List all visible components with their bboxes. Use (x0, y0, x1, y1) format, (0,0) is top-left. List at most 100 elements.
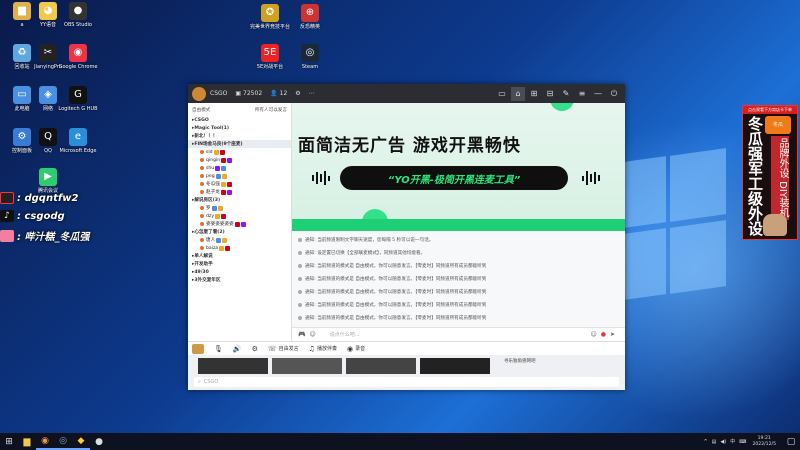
play-accompaniment-button[interactable]: ♫ 播放伴奏 (309, 345, 337, 353)
user-row[interactable]: 罗 (188, 204, 291, 212)
app-titlebar: CSGO ▣ 72502 👤 12 ⚙ ⋯ ▭ ⌂ ⊞ ⊟ ✎ ≡ — ⏻ (188, 84, 625, 103)
clock[interactable]: 19:21 2022/12/5 (752, 436, 776, 448)
desktop-icon-obs[interactable]: ● OBS Studio (56, 2, 100, 28)
badge-icon (234, 221, 240, 227)
gamepad-icon[interactable]: 🎮 (298, 331, 305, 338)
desktop-icon-meeting[interactable]: ▶ 腾讯会议 (26, 168, 70, 194)
promo-banner[interactable]: 点击观看下方商店卡下单 冬瓜强军工级外设 冬瓜 品牌外设 DIY装机 (742, 105, 798, 240)
free-speak-button[interactable]: ☏ 自由发言 (268, 345, 299, 353)
desktop-icon-steam[interactable]: ◎ Steam (288, 44, 332, 70)
volume-toggle[interactable]: 🔊 (233, 345, 242, 353)
power-button[interactable]: ⏻ (607, 87, 621, 101)
badge-icon (226, 181, 232, 187)
send-icon[interactable]: ➤ (610, 331, 615, 338)
settings-toggle[interactable]: ⚙ (252, 345, 258, 353)
channel-row[interactable]: ▸ 单人解说 (188, 252, 291, 260)
settings-icon: ⚙ (251, 344, 258, 353)
desktop-icon-label: 完美世界竞技平台 (249, 24, 290, 30)
mode-select[interactable]: 自由模式 (192, 107, 210, 113)
video-thumbnail[interactable] (198, 358, 268, 374)
input-lang[interactable]: 中 (730, 438, 735, 445)
message-scrollbar[interactable] (619, 235, 622, 321)
sidebar-header: 自由模式 所有人可以发言 (188, 103, 291, 116)
controller-button[interactable]: ⊟ (543, 87, 557, 101)
channel-row[interactable]: ▸ Magic Tool(1) (188, 124, 291, 132)
video-thumbnail[interactable] (272, 358, 342, 374)
chat-input[interactable]: 说点什么吧... (320, 331, 591, 338)
user-row[interactable]: peg (188, 172, 291, 180)
desktop-icon-ghub[interactable]: G Logitech G HUB (56, 86, 100, 112)
avatar (200, 214, 204, 218)
channel-row[interactable]: ▸ 3外交复年区 (188, 276, 291, 284)
channel-row[interactable]: ▸ 开发助手 (188, 260, 291, 268)
taskbar-obs[interactable]: ● (90, 433, 108, 450)
controller-icon: ⊟ (546, 89, 554, 98)
emoji-icon[interactable]: ☺ (590, 331, 596, 338)
user-row[interactable]: shu (188, 164, 291, 172)
user-row[interactable]: 唐人 (188, 236, 291, 244)
desktop-icon-perfect[interactable]: ✪ 完美世界竞技平台 (248, 4, 292, 30)
pin-button[interactable]: ✎ (559, 87, 573, 101)
user-row[interactable]: 赵子龙 (188, 188, 291, 196)
avatar (200, 150, 204, 154)
menu-button[interactable]: ≡ (575, 87, 589, 101)
volume-icon[interactable]: ◀) (720, 439, 726, 445)
menu-icon: ≡ (578, 89, 586, 98)
keyboard-icon[interactable]: ⌨ (739, 439, 746, 445)
channel-row[interactable]: ▸ FIN场金马良(9个座麦) (188, 140, 291, 148)
channel-row[interactable]: ▸ 解说房区(3) (188, 196, 291, 204)
avatar-small[interactable] (192, 343, 204, 354)
channel-row[interactable]: ▸ 心怎麼了看(2) (188, 228, 291, 236)
channel-row[interactable]: ▸ 49/30 (188, 268, 291, 276)
avatar[interactable] (192, 86, 206, 101)
screen-button[interactable]: ▭ (495, 87, 509, 101)
desktop-icon-edge[interactable]: e Microsoft Edge (56, 128, 100, 154)
user-row[interactable]: 姿姿姿姿姿姿 (188, 220, 291, 228)
user-row[interactable]: baiza (188, 244, 291, 252)
record-button[interactable]: ◉ 录音 (347, 345, 365, 353)
wave-icon (312, 171, 334, 185)
taskbar-steam[interactable]: ◎ (54, 433, 72, 450)
promo-big-text: 冬瓜强军工级外设 (746, 116, 764, 236)
taskbar-yo[interactable]: ◆ (72, 433, 90, 450)
room-id[interactable]: ▣ 72502 (235, 90, 262, 97)
promo-banner-yo[interactable]: 面简洁无广告 游戏开黑畅快 “YO开黑-极简开黑连麦工具” (292, 103, 625, 231)
more-options[interactable]: ⋯ (309, 90, 315, 97)
video-thumbnail[interactable] (420, 358, 490, 374)
row-label: 冬瓜强 (206, 182, 220, 187)
badge-icon (211, 205, 217, 211)
desktop-icon-5e[interactable]: 5E 5E对战平台 (248, 44, 292, 70)
avatar (200, 238, 204, 242)
avatar (200, 222, 204, 226)
row-label: 心怎麼了看(2) (194, 230, 225, 235)
taskbar-chrome[interactable]: ◉ (36, 433, 54, 450)
player-card[interactable]: 寻乐独角兽网吧 (504, 358, 536, 364)
chevron-up-icon[interactable]: ^ (703, 439, 707, 445)
promo-logo: 冬瓜 (765, 116, 791, 134)
channel-row[interactable]: ▸ 新北！！！ (188, 132, 291, 140)
search-bar[interactable]: ⌕ CSGO (194, 377, 619, 387)
user-row[interactable]: dzy (188, 212, 291, 220)
desktop-icon-csgo[interactable]: ⊕ 反恐精英 (288, 4, 332, 30)
video-thumbnail[interactable] (346, 358, 416, 374)
settings-gear[interactable]: ⚙ (295, 90, 300, 97)
online-count[interactable]: 👤 12 (270, 90, 287, 97)
home-button[interactable]: ⌂ (511, 86, 525, 101)
user-row[interactable]: 冬瓜强 (188, 180, 291, 188)
minimize-button[interactable]: — (591, 87, 605, 101)
desktop-icon-chrome[interactable]: ◉ Google Chrome (56, 44, 100, 70)
user-row[interactable]: sld (188, 148, 291, 156)
channel-row[interactable]: ▸ CSGO (188, 116, 291, 124)
game-button[interactable]: ⊞ (527, 87, 541, 101)
notifications-button[interactable]: ▢ (782, 433, 800, 450)
user-row[interactable]: qingin (188, 156, 291, 164)
bilibili-icon (0, 229, 14, 242)
network-icon[interactable]: ▤ (712, 439, 717, 445)
start-button[interactable]: ⊞ (0, 433, 18, 450)
mic-toggle[interactable]: 🎙 (214, 345, 223, 353)
mic-icon[interactable]: ● (601, 331, 606, 338)
taskbar-explorer[interactable]: ▆ (18, 433, 36, 450)
smile-icon[interactable]: ☺ (309, 331, 315, 338)
message-item: 通知: 当前频道的模式是 自由模式，你可以随意发言。【零麦时】同频道所有成员都能… (298, 285, 619, 298)
notice-icon (298, 250, 302, 255)
